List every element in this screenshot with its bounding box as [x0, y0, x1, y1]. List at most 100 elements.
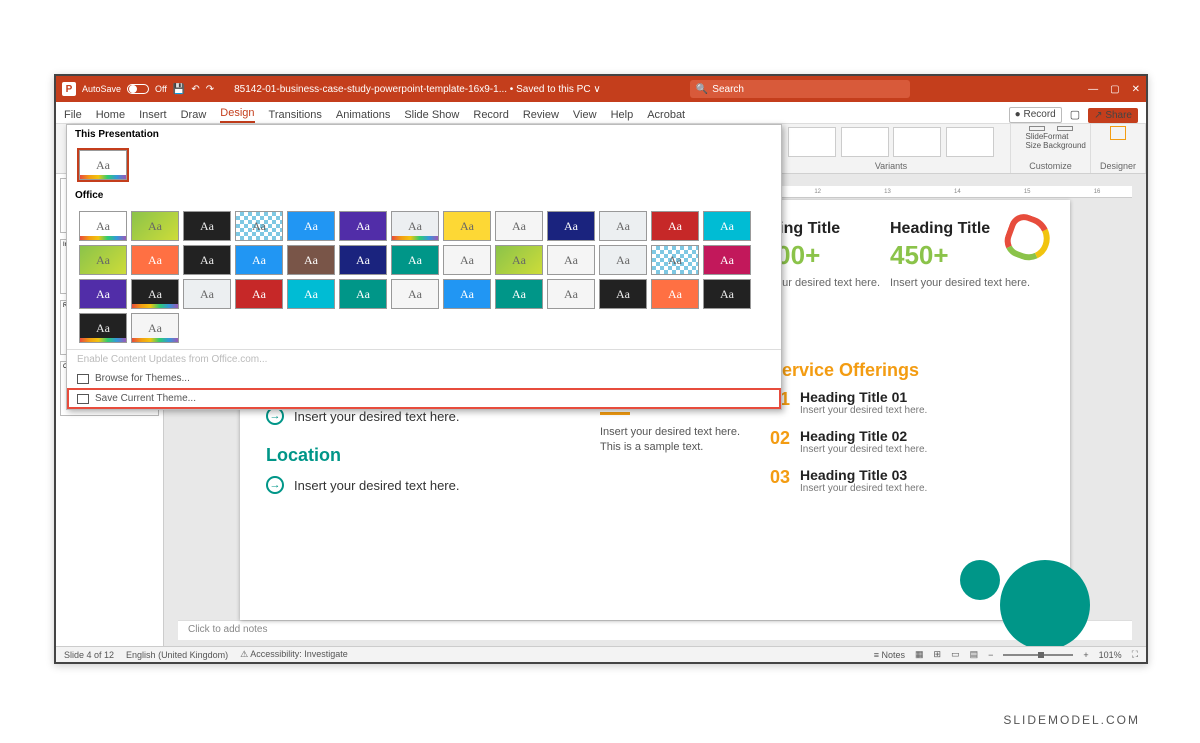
decorative-circle [960, 560, 1000, 600]
autosave-toggle[interactable] [127, 84, 149, 94]
theme-thumb[interactable]: Aa [599, 279, 647, 309]
tab-review[interactable]: Review [523, 109, 559, 123]
present-icon[interactable]: ▢ [1070, 108, 1080, 123]
slideshow-view-icon[interactable]: ▤ [970, 649, 979, 660]
search-input[interactable]: 🔍 Search [690, 80, 910, 98]
theme-thumb[interactable]: Aa [391, 245, 439, 275]
theme-thumb[interactable]: Aa [547, 245, 595, 275]
theme-thumb[interactable]: Aa [131, 279, 179, 309]
tab-record[interactable]: Record [473, 109, 508, 123]
theme-thumb[interactable]: Aa [651, 211, 699, 241]
save-current-theme[interactable]: Save Current Theme... [67, 388, 781, 409]
theme-thumb[interactable]: Aa [651, 279, 699, 309]
theme-thumb[interactable]: Aa [287, 279, 335, 309]
theme-thumb[interactable]: Aa [79, 245, 127, 275]
watermark: SLIDEMODEL.COM [1003, 713, 1140, 727]
services-block: Service Offerings 01Heading Title 01Inse… [770, 360, 927, 506]
theme-thumb[interactable]: Aa [183, 279, 231, 309]
undo-icon[interactable]: ↶ [191, 84, 199, 95]
theme-thumb[interactable]: Aa [235, 245, 283, 275]
tab-home[interactable]: Home [96, 109, 125, 123]
zoom-slider[interactable] [1003, 654, 1073, 656]
variant-thumb[interactable] [841, 127, 889, 157]
dropdown-footer: Enable Content Updates from Office.com..… [67, 349, 781, 409]
theme-thumb[interactable]: Aa [183, 211, 231, 241]
zoom-in-icon[interactable]: + [1083, 650, 1088, 660]
theme-thumb[interactable]: Aa [339, 245, 387, 275]
variants-group: Variants [772, 124, 1011, 173]
tab-insert[interactable]: Insert [139, 109, 167, 123]
theme-thumb[interactable]: Aa [391, 211, 439, 241]
theme-thumb[interactable]: Aa [443, 211, 491, 241]
language-status[interactable]: English (United Kingdom) [126, 650, 228, 660]
document-title[interactable]: 85142-01-business-case-study-powerpoint-… [234, 84, 601, 95]
reading-view-icon[interactable]: ▭ [951, 649, 960, 660]
theme-thumb[interactable]: Aa [391, 279, 439, 309]
notes-placeholder[interactable]: Click to add notes [178, 620, 1132, 640]
theme-thumb[interactable]: Aa [235, 211, 283, 241]
theme-thumb[interactable]: Aa [131, 211, 179, 241]
tab-slideshow[interactable]: Slide Show [404, 109, 459, 123]
tab-help[interactable]: Help [611, 109, 634, 123]
theme-thumb[interactable]: Aa [703, 279, 751, 309]
theme-thumb[interactable]: Aa [547, 211, 595, 241]
zoom-out-icon[interactable]: − [988, 650, 993, 660]
accessibility-status[interactable]: ⚠ Accessibility: Investigate [240, 649, 348, 660]
theme-thumb[interactable]: Aa [599, 245, 647, 275]
tab-view[interactable]: View [573, 109, 597, 123]
theme-thumb[interactable]: Aa [287, 211, 335, 241]
theme-thumb[interactable]: Aa [703, 211, 751, 241]
theme-thumb[interactable]: Aa [287, 245, 335, 275]
theme-thumb[interactable]: Aa [183, 245, 231, 275]
theme-thumb[interactable]: Aa [495, 211, 543, 241]
theme-thumb[interactable]: Aa [443, 279, 491, 309]
save-icon[interactable]: 💾 [173, 84, 185, 95]
redo-icon[interactable]: ↷ [206, 84, 214, 95]
browse-for-themes[interactable]: Browse for Themes... [67, 369, 781, 388]
share-button[interactable]: ↗ Share [1088, 108, 1138, 123]
tab-file[interactable]: File [64, 109, 82, 123]
theme-thumb[interactable]: Aa [651, 245, 699, 275]
decorative-circle [1000, 560, 1090, 650]
arrow-right-icon: → [266, 476, 284, 494]
theme-thumb[interactable]: Aa [131, 313, 179, 343]
theme-thumb[interactable]: Aa [79, 211, 127, 241]
theme-thumb[interactable]: Aa [443, 245, 491, 275]
theme-thumb[interactable]: Aa [339, 279, 387, 309]
designer-button[interactable] [1107, 126, 1129, 150]
theme-thumb[interactable]: Aa [339, 211, 387, 241]
tab-design[interactable]: Design [220, 107, 254, 123]
theme-thumb[interactable]: Aa [703, 245, 751, 275]
tab-draw[interactable]: Draw [181, 109, 207, 123]
enable-updates: Enable Content Updates from Office.com..… [67, 350, 781, 369]
slide-counter[interactable]: Slide 4 of 12 [64, 650, 114, 660]
maximize-icon[interactable]: ▢ [1110, 84, 1119, 95]
variant-thumb[interactable] [893, 127, 941, 157]
variant-thumb[interactable] [946, 127, 994, 157]
format-background-button[interactable]: Format Background [1054, 126, 1076, 150]
theme-thumb[interactable]: Aa [79, 279, 127, 309]
tab-transitions[interactable]: Transitions [269, 109, 322, 123]
titlebar: P AutoSave Off 💾 ↶ ↷ 85142-01-business-c… [56, 76, 1146, 102]
theme-thumb[interactable]: Aa [547, 279, 595, 309]
minimize-icon[interactable]: — [1088, 84, 1098, 95]
theme-thumb[interactable]: Aa [599, 211, 647, 241]
close-icon[interactable]: ✕ [1132, 84, 1140, 95]
record-button[interactable]: ● Record [1009, 107, 1062, 123]
variant-thumb[interactable] [788, 127, 836, 157]
tab-acrobat[interactable]: Acrobat [647, 109, 685, 123]
theme-thumb[interactable]: Aa [79, 313, 127, 343]
notes-toggle[interactable]: ≡ Notes [874, 650, 905, 660]
fit-to-window-icon[interactable]: ⛶ [1132, 649, 1138, 660]
theme-thumb[interactable]: Aa [495, 245, 543, 275]
normal-view-icon[interactable]: ▦ [915, 649, 924, 660]
theme-thumb[interactable]: Aa [131, 245, 179, 275]
theme-current[interactable]: Aa [79, 150, 127, 180]
theme-thumb[interactable]: Aa [235, 279, 283, 309]
zoom-level[interactable]: 101% [1099, 650, 1122, 660]
sorter-view-icon[interactable]: ⊞ [934, 649, 942, 660]
theme-thumb[interactable]: Aa [495, 279, 543, 309]
bullet-item: →Insert your desired text here. [266, 476, 566, 494]
customize-group: Slide Size Format Background Customize [1011, 124, 1091, 173]
tab-animations[interactable]: Animations [336, 109, 390, 123]
